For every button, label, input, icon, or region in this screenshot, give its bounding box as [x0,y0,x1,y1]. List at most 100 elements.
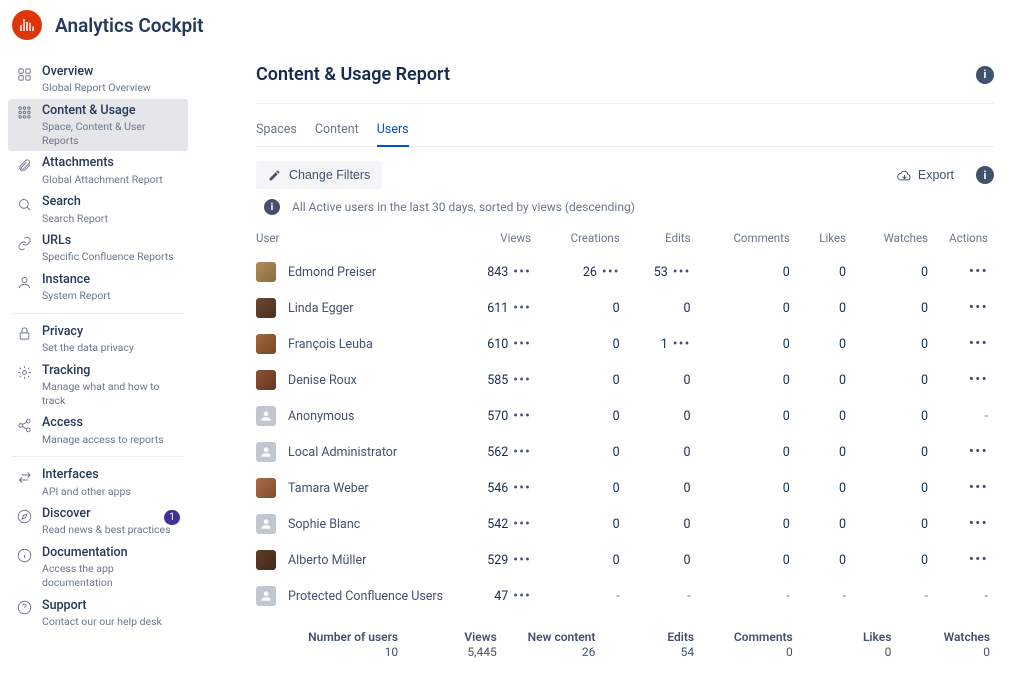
watches: 0 [921,265,928,280]
likes: - [843,589,846,604]
sidebar-item-sub: Manage what and how to track [42,380,180,407]
row-actions-icon[interactable]: ••• [969,298,988,316]
gear-icon [16,365,32,381]
avatar [256,586,276,606]
views: 843 [487,265,508,280]
likes: 0 [839,517,846,532]
row-actions-icon[interactable]: ••• [969,334,988,352]
sidebar-item-content-usage[interactable]: Content & UsageSpace, Content & User Rep… [8,99,188,152]
sidebar-item-attachments[interactable]: Attachments Global Attachment Report [8,151,188,190]
sidebar: OverviewGlobal Report OverviewContent & … [0,54,196,678]
sidebar-item-overview[interactable]: OverviewGlobal Report Overview [8,60,188,99]
watches: 0 [921,373,928,388]
change-filters-label: Change Filters [289,168,370,182]
more-icon[interactable]: ••• [513,517,531,531]
col-user: User [256,225,456,254]
user-name[interactable]: Protected Confluence Users [288,589,443,604]
summary-number-of-users: Number of users10 [260,630,398,659]
more-icon[interactable]: ••• [602,265,620,279]
table-row: François Leuba610•••01•••000••• [256,326,994,362]
row-actions-icon[interactable]: ••• [969,478,988,496]
sidebar-item-tracking[interactable]: TrackingManage what and how to track [8,359,188,412]
row-actions-icon[interactable]: ••• [969,514,988,532]
user-name[interactable]: Anonymous [288,409,354,424]
sidebar-item-interfaces[interactable]: InterfacesAPI and other apps [8,463,188,502]
more-icon[interactable]: ••• [673,265,691,279]
row-actions-icon[interactable]: ••• [969,262,988,280]
more-icon[interactable]: ••• [673,337,691,351]
overview-icon [16,66,32,82]
user-name[interactable]: Tamara Weber [288,481,369,496]
tab-content[interactable]: Content [315,116,359,147]
more-icon[interactable]: ••• [513,409,531,423]
summary-label: Views [464,630,496,644]
sidebar-item-support[interactable]: SupportContact our our help desk [8,594,188,633]
sidebar-item-documentation[interactable]: DocumentationAccess the app documentatio… [8,541,188,594]
comments: 0 [783,553,790,568]
sidebar-item-sub: Read news & best practices [42,523,171,537]
more-icon[interactable]: ••• [513,301,531,315]
more-icon[interactable]: ••• [513,445,531,459]
creations: 0 [613,445,620,460]
row-actions-icon[interactable]: ••• [969,370,988,388]
avatar [256,262,276,282]
creations: 0 [613,553,620,568]
tab-users[interactable]: Users [377,116,409,147]
more-icon[interactable]: ••• [513,589,531,603]
more-icon[interactable]: ••• [513,265,531,279]
sidebar-item-label: Access [42,415,164,431]
info-icon[interactable]: i [976,66,994,84]
summary-value: 0 [786,645,793,659]
sidebar-item-discover[interactable]: DiscoverRead news & best practices1 [8,502,188,541]
cloud-download-icon [897,168,912,183]
col-views: Views [456,225,537,254]
col-creations: Creations [537,225,626,254]
row-actions-empty: - [985,589,988,604]
sidebar-item-sub: Space, Content & User Reports [42,120,180,147]
creations: - [616,589,619,604]
user-name[interactable]: Local Administrator [288,445,397,460]
user-name[interactable]: François Leuba [288,337,373,352]
likes: 0 [839,481,846,496]
summary-label: Number of users [308,630,398,644]
sidebar-item-privacy[interactable]: PrivacySet the data privacy [8,320,188,359]
more-icon[interactable]: ••• [513,337,531,351]
sidebar-item-search[interactable]: SearchSearch Report [8,190,188,229]
user-name[interactable]: Sophie Blanc [288,517,360,532]
sidebar-item-urls[interactable]: URLsSpecific Confluence Reports [8,229,188,268]
col-actions: Actions [934,225,994,254]
sidebar-item-label: Attachments [42,155,163,171]
sidebar-item-instance[interactable]: InstanceSystem Report [8,268,188,307]
comments: 0 [783,445,790,460]
sidebar-item-sub: Global Attachment Report [42,173,163,187]
user-name[interactable]: Linda Egger [288,301,354,316]
user-name[interactable]: Edmond Preiser [288,265,376,280]
col-edits: Edits [626,225,697,254]
filter-info-icon[interactable]: i [264,199,280,215]
sidebar-item-label: Privacy [42,324,134,340]
sidebar-item-access[interactable]: AccessManage access to reports [8,411,188,450]
more-icon[interactable]: ••• [513,553,531,567]
compass-icon [16,508,32,524]
row-actions-icon[interactable]: ••• [969,550,988,568]
comments: 0 [783,517,790,532]
summary-row: Number of users10Views5,445New content26… [256,614,994,667]
user-name[interactable]: Denise Roux [288,373,357,388]
creations: 0 [613,301,620,316]
toolbar-info-icon[interactable]: i [976,166,994,184]
tab-spaces[interactable]: Spaces [256,116,297,147]
export-button[interactable]: Export [889,163,962,188]
search-icon [16,196,32,212]
share-icon [16,417,32,433]
more-icon[interactable]: ••• [513,373,531,387]
watches: - [925,589,928,604]
summary-label: New content [528,630,596,644]
change-filters-button[interactable]: Change Filters [256,161,382,189]
more-icon[interactable]: ••• [513,481,531,495]
user-name[interactable]: Alberto Müller [288,553,366,568]
edits: 0 [684,445,691,460]
sidebar-item-sub: Search Report [42,212,108,226]
table-row: Tamara Weber546•••00000••• [256,470,994,506]
row-actions-icon[interactable]: ••• [969,442,988,460]
avatar [256,370,276,390]
